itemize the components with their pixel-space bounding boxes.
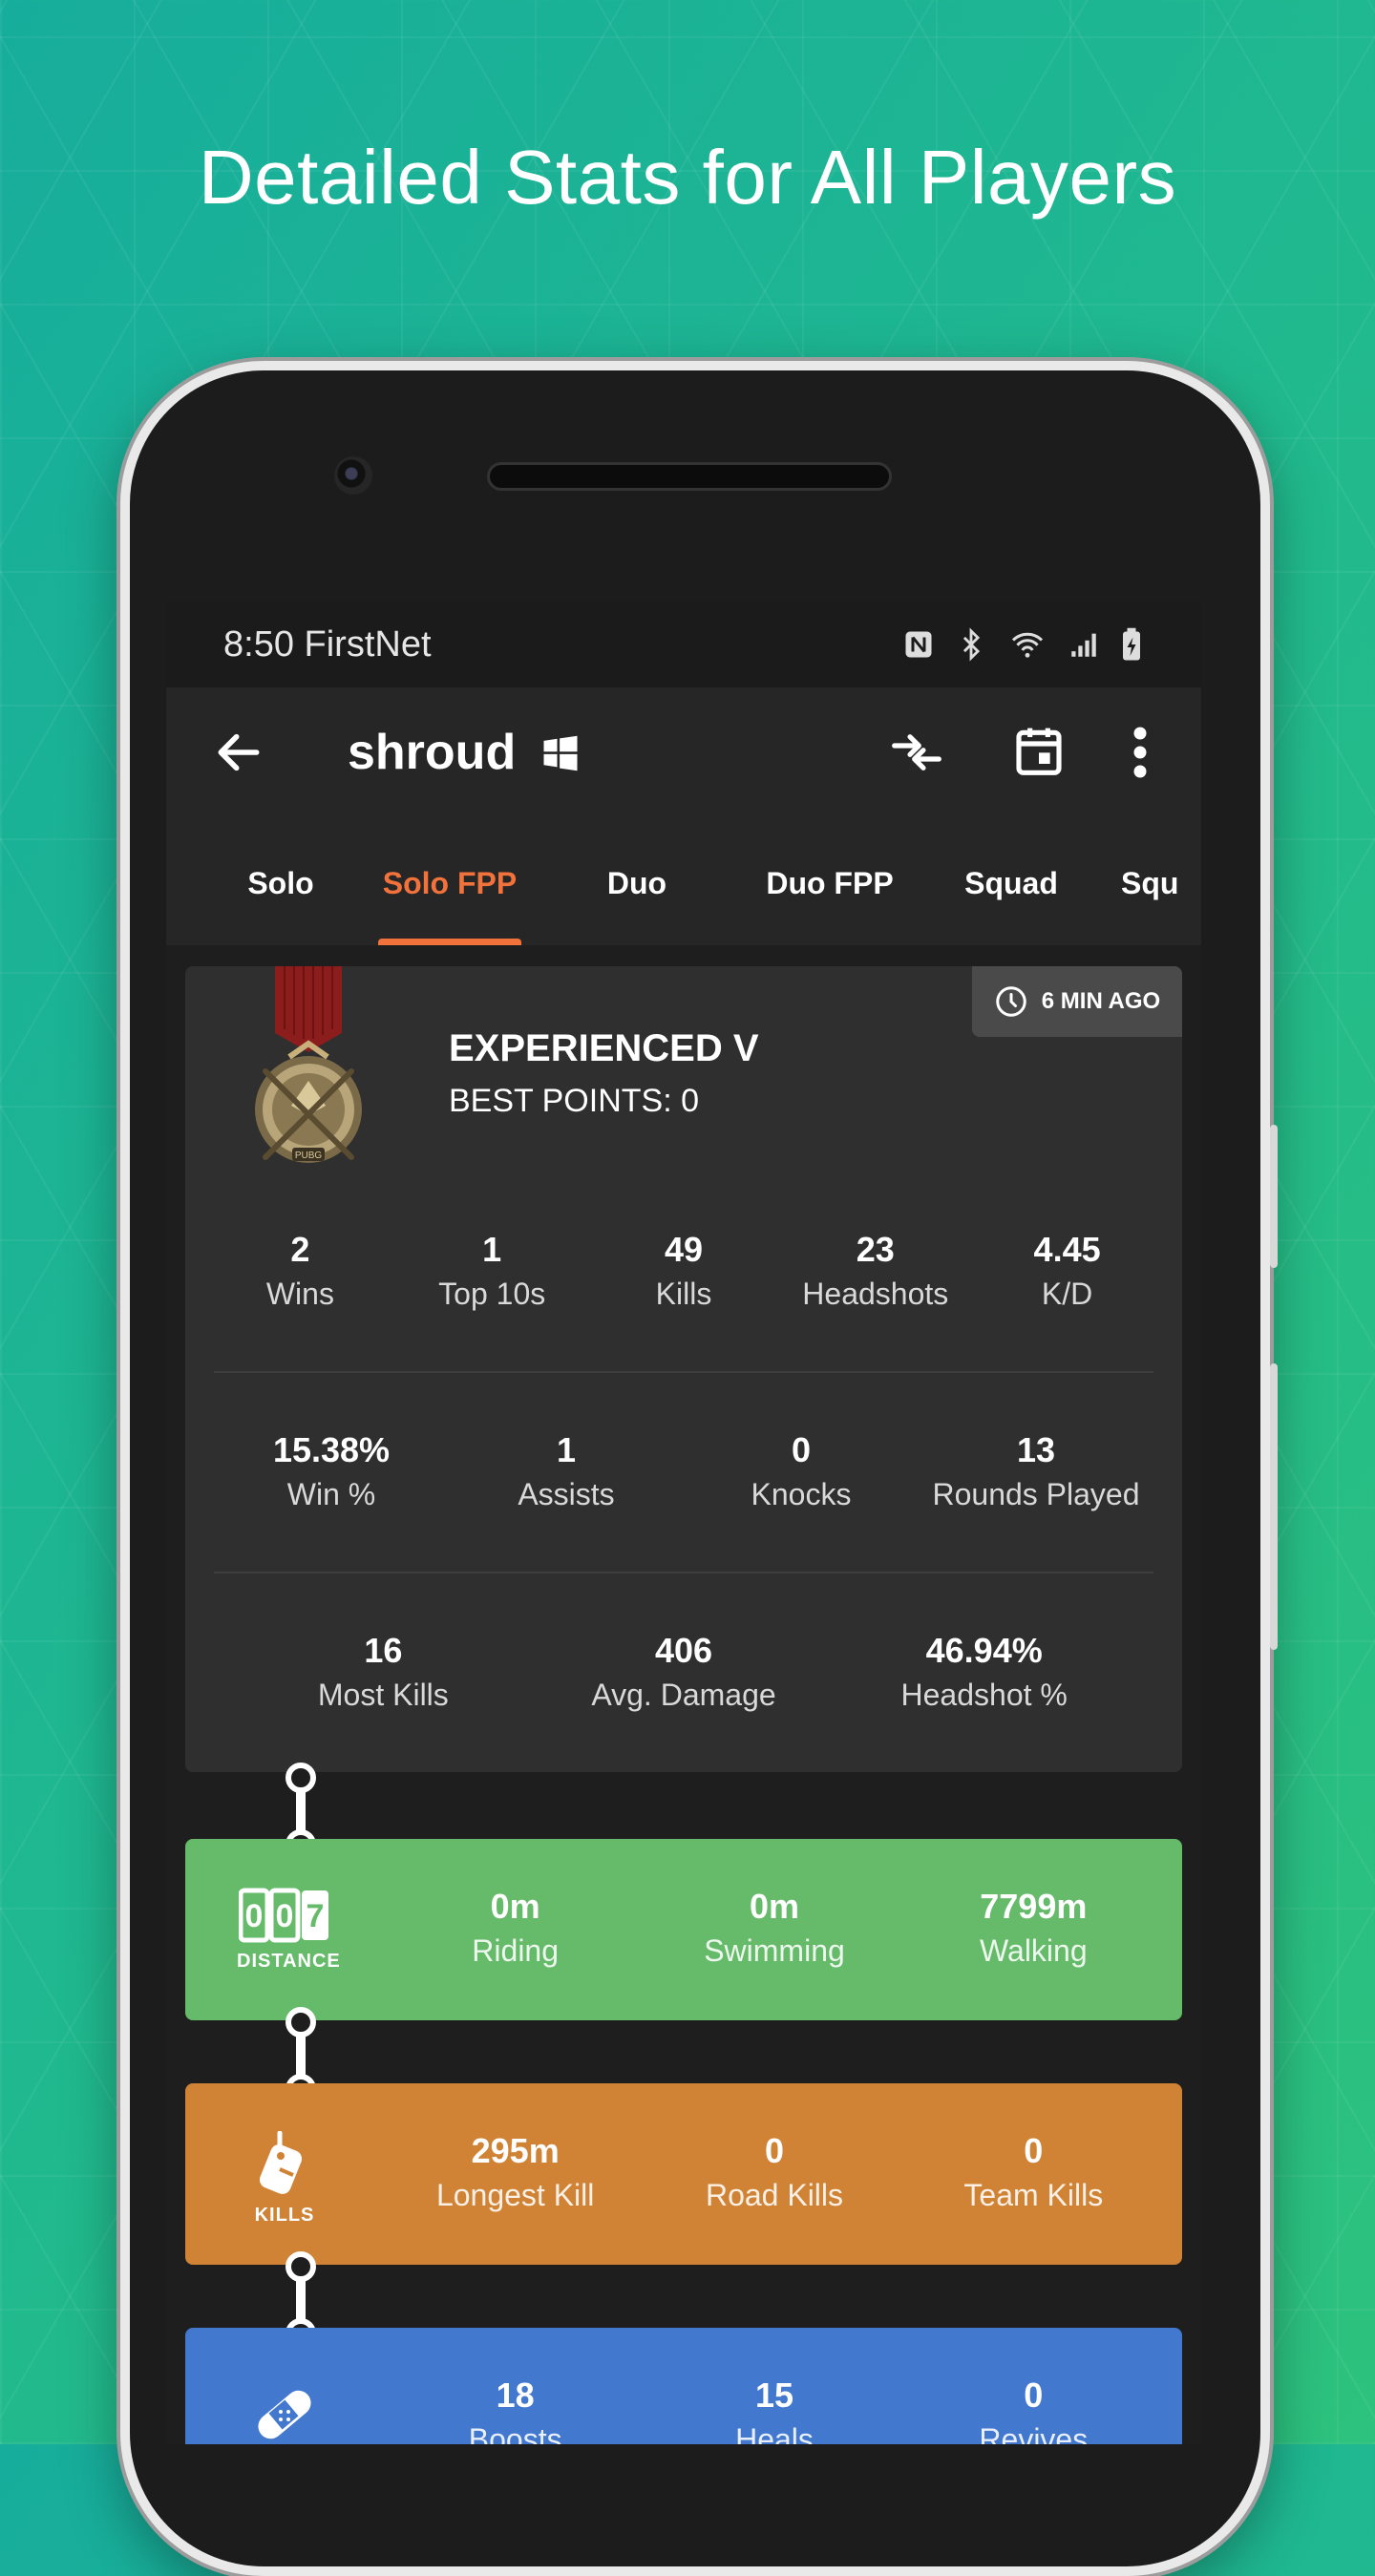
status-bar: 8:50 FirstNet <box>166 602 1201 687</box>
bandage-icon <box>258 2390 311 2439</box>
stat-kd: 4.45 K/D <box>1033 1230 1101 1311</box>
card-connector <box>286 2251 316 2349</box>
stat-revives: 0 Revives <box>979 2375 1089 2444</box>
stat-walking: 7799m Walking <box>980 1887 1088 1968</box>
player-name: shroud <box>348 725 517 780</box>
stats-row-1: 2 Wins 1 Top 10s 49 Kills 23 Headshots 4.45 K… <box>204 1228 1163 1316</box>
stat-wins: 2 Wins <box>265 1230 334 1311</box>
distance-card: 0 0 7 DISTANCE 0m Riding 0m Swimming 7799m… <box>185 1839 1182 2020</box>
kills-card: KILLS 295m Longest Kill 0 Road Kills 0 Team… <box>185 2083 1182 2265</box>
calendar-icon[interactable] <box>1012 722 1066 779</box>
promo-headline: Detailed Stats for All Players <box>198 135 1177 220</box>
battery-charging-icon <box>1123 627 1140 661</box>
stat-kills: 49 Kills <box>655 1230 712 1311</box>
distance-stats: 0m Riding 0m Swimming 7799m Walking <box>386 1885 1163 1973</box>
tab-solo-fpp[interactable]: Solo FPP <box>378 821 521 945</box>
more-vert-icon[interactable] <box>1131 724 1150 781</box>
windows-icon <box>543 735 578 771</box>
clock-icon <box>996 986 1026 1017</box>
stat-avg-damage: 406 Avg. Damage <box>591 1631 776 1712</box>
support-badge <box>237 2375 332 2444</box>
best-points: BEST POINTS: 0 <box>449 1083 700 1119</box>
medal-pubg-text: PUBG <box>295 1151 323 1161</box>
status-time: 8:50 FirstNet <box>223 623 432 665</box>
app-screen: 8:50 FirstNet shroud Solo Solo FPP Duo D… <box>166 602 1201 2444</box>
stats-row-2: 15.38% Win % 1 Assists 0 Knocks 13 Rounds Pl… <box>214 1428 1153 1516</box>
back-arrow-icon[interactable] <box>212 726 265 779</box>
kills-badge: KILLS <box>237 2130 332 2227</box>
stat-longest-kill: 295m Longest Kill <box>435 2131 595 2212</box>
wifi-icon <box>1011 632 1044 658</box>
stat-swimming: 0m Swimming <box>704 1887 845 1968</box>
stats-divider <box>214 1572 1153 1573</box>
last-updated-badge: 6 MIN AGO <box>972 966 1182 1037</box>
status-icons <box>901 627 1144 662</box>
earpiece-speaker <box>487 462 892 491</box>
tab-duo-fpp[interactable]: Duo FPP <box>730 821 930 945</box>
stat-win-percent: 15.38% Win % <box>272 1430 391 1511</box>
support-card: 18 Boosts 15 Heals 0 Revives <box>185 2328 1182 2444</box>
stat-headshot-percent: 46.94% Headshot % <box>900 1631 1068 1712</box>
stat-road-kills: 0 Road Kills <box>705 2131 844 2212</box>
stat-rounds-played: 13 Rounds Played <box>932 1430 1140 1511</box>
stat-boosts: 18 Boosts <box>468 2375 562 2444</box>
stat-most-kills: 16 Most Kills <box>317 1631 449 1712</box>
volume-button <box>1270 1125 1278 1268</box>
active-tab-indicator <box>378 939 521 945</box>
signal-icon <box>1071 633 1096 657</box>
power-button <box>1270 1363 1278 1650</box>
odometer-icon: 0 0 7 <box>238 1888 328 1943</box>
stat-assists: 1 Assists <box>518 1430 615 1511</box>
app-bar: shroud <box>166 687 1201 821</box>
stat-knocks: 0 Knocks <box>751 1430 852 1511</box>
stats-row-3: 16 Most Kills 406 Avg. Damage 46.94% Headsh… <box>233 1629 1134 1717</box>
stat-headshots: 23 Headshots <box>802 1230 949 1311</box>
tab-squad[interactable]: Squad <box>930 821 1092 945</box>
compare-icon[interactable] <box>888 726 945 779</box>
distance-badge: 0 0 7 DISTANCE <box>237 1887 341 1982</box>
card-connector <box>286 1763 316 1860</box>
medal-icon: PUBG <box>255 966 362 1163</box>
tab-squad-fpp[interactable]: Squ <box>1098 821 1201 945</box>
stats-divider <box>214 1371 1153 1373</box>
dog-tag-icon <box>259 2130 303 2194</box>
odometer-digit-3: 7 <box>307 1898 325 1934</box>
distance-label: DISTANCE <box>237 1951 341 1972</box>
tab-solo[interactable]: Solo <box>185 821 376 945</box>
nfc-icon <box>905 631 932 658</box>
odometer-digit-1: 0 <box>245 1898 264 1934</box>
support-stats: 18 Boosts 15 Heals 0 Revives <box>386 2374 1163 2444</box>
card-connector <box>286 2007 316 2104</box>
last-updated-text: 6 MIN AGO <box>1041 988 1161 1014</box>
stat-top10s: 1 Top 10s <box>438 1230 546 1311</box>
rank-title: EXPERIENCED V <box>449 1027 759 1069</box>
tab-duo[interactable]: Duo <box>565 821 709 945</box>
front-camera <box>334 456 372 495</box>
stat-riding: 0m Riding <box>472 1887 560 1968</box>
odometer-digit-2: 0 <box>276 1898 294 1934</box>
overview-card: 6 MIN AGO PUBG EXPERIENCED V BEST POINTS… <box>185 966 1182 1772</box>
kills-stats: 295m Longest Kill 0 Road Kills 0 Team Kills <box>386 2129 1163 2217</box>
kills-label: KILLS <box>254 2205 315 2226</box>
stat-team-kills: 0 Team Kills <box>963 2131 1104 2212</box>
bluetooth-icon <box>962 627 981 662</box>
stat-heals: 15 Heals <box>735 2375 814 2444</box>
mode-tabs: Solo Solo FPP Duo Duo FPP Squad Squ <box>166 821 1201 945</box>
